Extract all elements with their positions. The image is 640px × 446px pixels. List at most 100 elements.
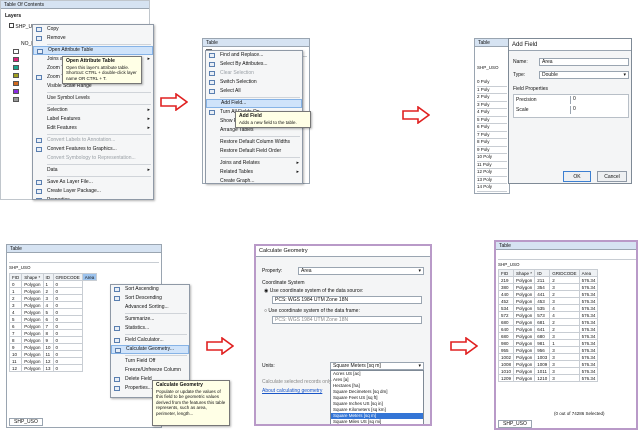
menu-item-label-features[interactable]: Label Features ▸ [33, 115, 153, 124]
table-cell: 3 [549, 332, 580, 340]
calc-selected-checkbox[interactable]: Calculate selected records only [262, 379, 331, 385]
menu-item-clear-selection[interactable]: Clear Selection [206, 69, 302, 78]
menu-item-convert-symbology-to-representation[interactable]: Convert Symbology to Representation... [33, 154, 153, 163]
calc-table-tab[interactable]: SHP_USO [9, 418, 43, 426]
menu-item-add-field[interactable]: Add Field... [206, 99, 302, 108]
column-header-fid[interactable]: FID [8, 273, 23, 281]
column-header-gridcode[interactable]: GRIDCODE [549, 269, 580, 277]
table-row[interactable]: 955 Polygon 956 3 576.34 [497, 346, 599, 354]
menu-item-calculate-geometry[interactable]: Calculate Geometry... [111, 345, 189, 354]
table-row[interactable]: 8 Polygon 9 0 [8, 336, 97, 344]
table-row[interactable]: 1209 Polygon 1210 3 576.34 [497, 374, 599, 382]
table-row[interactable]: 380 Polygon 354 3 576.34 [497, 283, 599, 291]
radio-selected-icon: ◉ [264, 288, 269, 294]
scale-field[interactable]: 0 [570, 106, 626, 114]
table-row: 8 Poly [477, 139, 507, 147]
bg-table-tab[interactable]: SHP_USO [477, 65, 499, 70]
cancel-button[interactable]: Cancel [597, 171, 627, 182]
table-row[interactable]: 1010 Polygon 1011 3 576.34 [497, 367, 599, 375]
menu-item-use-symbol-levels[interactable]: Use Symbol Levels [33, 94, 153, 103]
table-row[interactable]: 534 Polygon 535 4 576.34 [497, 304, 599, 312]
table-row[interactable]: 452 Polygon 453 3 576.34 [497, 297, 599, 305]
column-header-area[interactable]: Area [81, 273, 98, 281]
table-cell: 956 [534, 346, 551, 354]
result-table-tab-top[interactable]: SHP_USO [498, 262, 520, 267]
about-link[interactable]: About calculating geometry [262, 388, 322, 394]
property-select[interactable]: Area ▾ [298, 267, 424, 275]
calc-table-tab-top[interactable]: SHP_USO [9, 265, 31, 270]
menu-item-field-calculator[interactable]: Field Calculator... [111, 336, 189, 345]
table-row[interactable]: 572 Polygon 573 4 576.34 [497, 311, 599, 319]
table-row[interactable]: 9 Polygon 10 0 [8, 343, 97, 351]
use-frame-radio[interactable]: ○ Use coordinate system of the data fram… [264, 308, 360, 314]
table-row[interactable]: 680 Polygon 681 2 576.34 [497, 318, 599, 326]
table-row[interactable]: 1008 Polygon 1009 3 576.34 [497, 360, 599, 368]
table-row[interactable]: 10 Polygon 11 0 [8, 350, 97, 358]
menu-item-switch-selection[interactable]: Switch Selection [206, 78, 302, 87]
result-table-tab[interactable]: SHP_USO [498, 420, 532, 428]
checkbox-icon[interactable] [9, 23, 14, 28]
menu-item-advanced-sorting[interactable]: Advanced Sorting... [111, 303, 189, 312]
column-header-id[interactable]: ID [42, 273, 54, 281]
menu-item-restore-default-column-widths[interactable]: Restore Default Column Widths [206, 138, 302, 147]
menu-item-selection[interactable]: Selection ▸ [33, 106, 153, 115]
menu-item-summarize[interactable]: Summarize... [111, 315, 189, 324]
menu-item-sort-descending[interactable]: Sort Descending [111, 294, 189, 303]
menu-item-label: Advanced Sorting... [125, 304, 169, 310]
column-header-area[interactable]: Area [578, 269, 599, 277]
menu-item-turn-field-off[interactable]: Turn Field Off [111, 357, 189, 366]
column-header-shape[interactable]: Shape * [513, 269, 536, 277]
menu-item-properties[interactable]: Properties... [33, 196, 153, 199]
menu-item-open-attribute-table[interactable]: Open Attribute Table [33, 46, 153, 55]
table-row[interactable]: 640 Polygon 641 2 576.34 [497, 325, 599, 333]
menu-item-related-tables[interactable]: Related Tables ▸ [206, 168, 302, 177]
menu-item-save-as-layer-file[interactable]: Save As Layer File... [33, 178, 153, 187]
menu-item-remove[interactable]: Remove [33, 34, 153, 43]
toc-layers-root[interactable]: Layers [5, 13, 45, 19]
menu-item-select-all[interactable]: Select All [206, 87, 302, 96]
menu-item-data[interactable]: Data ▸ [33, 166, 153, 175]
table-row[interactable]: 1002 Polygon 1003 3 576.34 [497, 353, 599, 361]
name-field[interactable]: Area [539, 58, 629, 66]
ok-button[interactable]: OK [563, 171, 591, 182]
table-row[interactable]: 2 Polygon 3 0 [8, 294, 97, 302]
table-row[interactable]: 6 Polygon 7 0 [8, 322, 97, 330]
column-header-fid[interactable]: FID [497, 269, 515, 277]
table-row[interactable]: 680 Polygon 680 3 576.34 [497, 332, 599, 340]
menu-item-create-graph[interactable]: Create Graph... [206, 177, 302, 183]
table-row[interactable]: 1 Polygon 2 0 [8, 287, 97, 295]
table-row[interactable]: 219 Polygon 211 2 576.34 [497, 276, 599, 284]
table-row[interactable]: 12 Polygon 13 0 [8, 364, 97, 372]
use-source-radio[interactable]: ◉ Use coordinate system of the data sour… [264, 288, 363, 294]
menu-item-copy[interactable]: Copy [33, 25, 153, 34]
menu-item-label: Restore Default Column Widths [220, 139, 291, 145]
table-row[interactable]: 11 Polygon 12 0 [8, 357, 97, 365]
menu-item-restore-default-field-order[interactable]: Restore Default Field Order [206, 147, 302, 156]
precision-field[interactable]: 0 [570, 96, 626, 104]
menu-item-statistics[interactable]: Statistics... [111, 324, 189, 333]
menu-item-create-layer-package[interactable]: Create Layer Package... [33, 187, 153, 196]
table-row[interactable]: 440 Polygon 441 2 576.34 [497, 290, 599, 298]
menu-separator [125, 334, 187, 335]
table-row[interactable]: 3 Polygon 4 0 [8, 301, 97, 309]
menu-item-label: Save As Layer File... [47, 179, 93, 185]
menu-item-joins-and-relates[interactable]: Joins and Relates ▸ [206, 159, 302, 168]
menu-item-freeze-unfreeze-column[interactable]: Freeze/Unfreeze Column [111, 366, 189, 375]
type-select[interactable]: Double ▾ [539, 71, 629, 79]
table-row[interactable]: 7 Polygon 8 0 [8, 329, 97, 337]
column-header-shape[interactable]: Shape * [21, 273, 44, 281]
menu-item-select-by-attributes[interactable]: Select By Attributes... [206, 60, 302, 69]
column-header-id[interactable]: ID [534, 269, 551, 277]
menu-item-sort-ascending[interactable]: Sort Ascending [111, 285, 189, 294]
units-select[interactable]: Square Meters [sq m] ▾ [330, 362, 424, 370]
menu-item-convert-features-to-graphics[interactable]: Convert Features to Graphics... [33, 145, 153, 154]
table-row[interactable]: 0 Polygon 1 0 [8, 280, 97, 288]
column-header-gridcode[interactable]: GRIDCODE [52, 273, 83, 281]
table-row[interactable]: 4 Polygon 5 0 [8, 308, 97, 316]
menu-item-find-and-replace[interactable]: Find and Replace... [206, 51, 302, 60]
menu-item-edit-features[interactable]: Edit Features ▸ [33, 124, 153, 133]
units-option[interactable]: Square Miles US [sq mi] [331, 419, 423, 424]
table-row[interactable]: 980 Polygon 981 1 576.34 [497, 339, 599, 347]
table-row[interactable]: 5 Polygon 6 0 [8, 315, 97, 323]
menu-item-convert-labels-to-annotation[interactable]: Convert Labels to Annotation... [33, 136, 153, 145]
